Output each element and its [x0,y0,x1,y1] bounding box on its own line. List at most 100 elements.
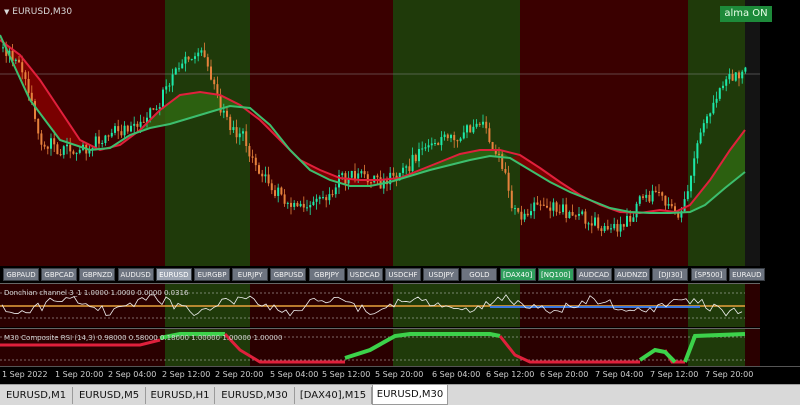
future-area [745,0,760,266]
candle-body [334,187,337,195]
candle-body [571,211,574,216]
symbol-button-sp500[interactable]: [SP500] [690,268,727,281]
candle-body [683,199,686,212]
symbol-button-gbpaud[interactable]: GBPAUD [3,268,39,281]
symbol-button-audcad[interactable]: AUDCAD [576,268,612,281]
candle-body [126,125,129,132]
candle-body [286,202,289,204]
chart-tab[interactable]: EURUSD,M30 [372,385,448,405]
candle-body [302,203,305,208]
candle-body [718,88,721,99]
candle-body [293,202,296,207]
candle-body [152,108,155,110]
candle-body [440,137,443,146]
symbol-button-gbpnzd[interactable]: GBPNZD [79,268,116,281]
candle-body [686,191,689,200]
candle-body [328,194,331,201]
symbol-button-eurgbp[interactable]: EURGBP [194,268,230,281]
candle-body [123,125,126,136]
candle-body [466,125,468,133]
candle-body [341,173,344,176]
candle-body [504,168,507,173]
candle-body [642,196,644,198]
candle-body [366,174,369,183]
candle-body [629,215,632,222]
candle-body [104,135,107,143]
candle-body [43,144,46,147]
price-scale [760,0,800,366]
candle-body [98,136,100,144]
candle-body [238,133,241,138]
symbol-button-dji30[interactable]: [DJI30] [652,268,689,281]
candle-body [322,197,324,199]
symbol-button-dax40[interactable]: [DAX40] [499,268,536,281]
candle-body [590,223,593,226]
candle-body [331,194,334,196]
candle-body [530,211,532,216]
candle-body [24,72,27,79]
time-label: 5 Sep 20:00 [375,370,424,379]
symbol-button-eurjpy[interactable]: EURJPY [232,268,269,281]
candle-body [424,147,427,149]
candle-body [232,127,235,131]
time-label: 7 Sep 04:00 [595,370,644,379]
symbol-button-audnzd[interactable]: AUDNZD [614,268,651,281]
candle-body [114,126,116,133]
alma-toggle-button[interactable]: alma ON [720,6,772,22]
candle-body [536,202,539,205]
candle-body [667,204,670,206]
symbol-button-audusd[interactable]: AUDUSD [117,268,154,281]
symbol-button-eurusd[interactable]: EURUSD [155,268,192,281]
candle-body [693,158,696,176]
symbol-button-gbpusd[interactable]: GBPUSD [270,268,307,281]
candle-body [283,194,286,204]
symbol-button-usdchf[interactable]: USDCHF [385,268,421,281]
candle-body [472,126,475,133]
candle-body [731,74,734,81]
candle-body [40,133,43,145]
candle-body [722,85,724,89]
candle-body [155,108,158,110]
candle-body [725,79,728,86]
symbol-button-nq100[interactable]: [NQ100] [537,268,574,281]
candle-body [533,202,536,212]
candle-body [619,224,622,232]
symbol-button-gbpcad[interactable]: GBPCAD [41,268,78,281]
candle-body [270,183,273,191]
candle-body [299,203,302,207]
candle-body [613,223,616,229]
candle-body [296,202,299,207]
candle-body [277,187,280,196]
candle-body [610,228,612,230]
candle-body [488,128,491,143]
chart-tab[interactable]: EURUSD,M5 [73,387,146,404]
chart-area[interactable]: ▼ EURUSD,M30 [0,0,760,384]
symbol-button-gold[interactable]: GOLD [461,268,498,281]
symbol-button-gbpjpy[interactable]: GBPJPY [308,268,345,281]
candle-body [309,205,312,208]
candle-body [584,211,587,224]
candle-body [587,223,590,225]
chart-tab[interactable]: EURUSD,H1 [146,387,215,404]
candle-body [280,187,283,195]
candle-body [408,166,411,171]
price-chart-svg[interactable] [0,0,760,366]
candle-body [110,132,113,137]
candle-body [651,190,654,202]
trend-zone [393,0,520,266]
candle-body [514,208,516,210]
candle-body [139,121,142,127]
candle-body [78,149,81,153]
symbol-button-usdcad[interactable]: USDCAD [346,268,383,281]
candle-body [635,203,638,218]
candle-body [254,157,257,166]
symbol-button-usdjpy[interactable]: USDJPY [423,268,460,281]
chart-tab[interactable]: EURUSD,M1 [0,387,73,404]
candle-body [318,197,321,199]
chart-tab[interactable]: EURUSD,M30 [215,387,295,404]
candle-body [382,180,385,189]
candle-body [142,121,145,123]
candle-body [648,194,651,202]
chart-tab[interactable]: [DAX40],M15 [295,387,372,404]
symbol-button-euraud[interactable]: EURAUD [728,268,765,281]
